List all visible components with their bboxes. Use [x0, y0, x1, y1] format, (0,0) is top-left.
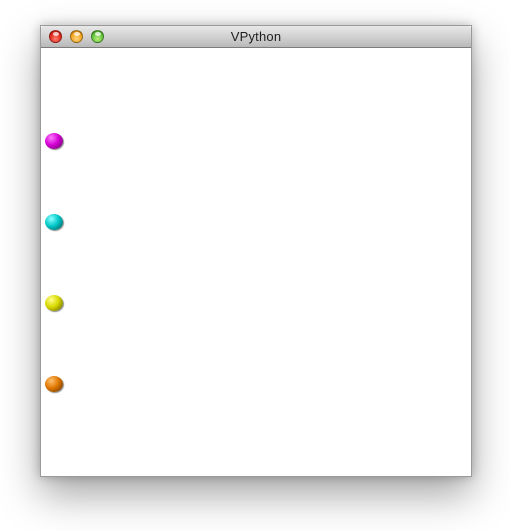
sphere-orange [45, 376, 63, 392]
title-bar[interactable]: VPython [41, 26, 471, 48]
scene-canvas[interactable] [41, 48, 471, 476]
sphere-yellow [45, 295, 63, 311]
window-title: VPython [230, 29, 282, 44]
sphere-cyan [45, 214, 63, 230]
vpython-window: VPython [40, 25, 472, 477]
sphere-magenta [45, 133, 63, 149]
